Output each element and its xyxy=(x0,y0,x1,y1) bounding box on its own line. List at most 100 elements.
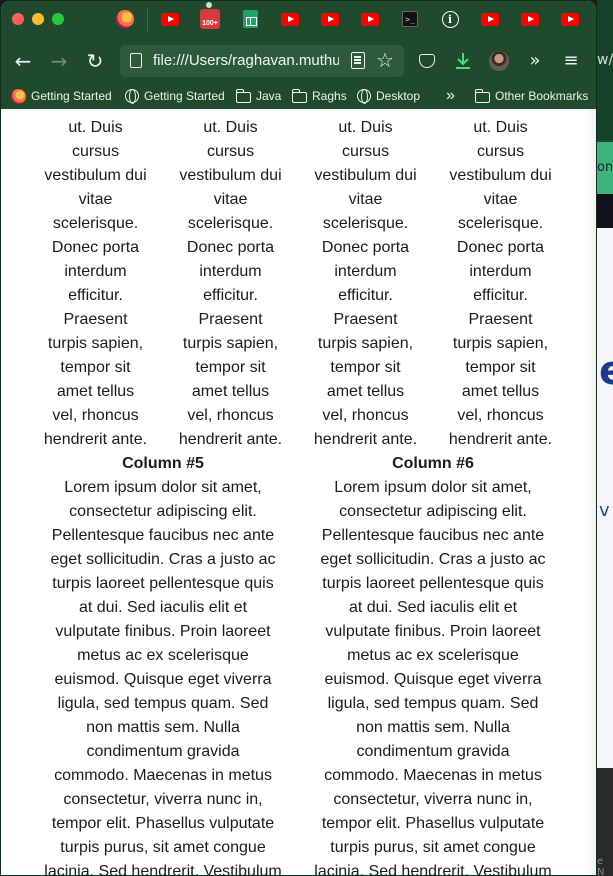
text-line: at dui. Sed iaculis elit et xyxy=(348,599,518,616)
bookmark-label: Desktop xyxy=(376,89,421,103)
tab-youtube-6[interactable] xyxy=(520,9,540,29)
youtube-icon xyxy=(481,12,499,26)
youtube-icon xyxy=(321,12,339,26)
tab-strip: 100+ >_ i xyxy=(1,1,596,39)
page-scroll-area: sem rhoncus ut. Duis cursus vestibulum dui v… xyxy=(1,109,596,875)
text-line: turpis laoreet pellentesque quis xyxy=(322,575,544,592)
account-avatar[interactable] xyxy=(489,51,509,71)
text-line: metus ac ex scelerisque xyxy=(77,647,249,664)
background-window: w/ on e v e N xyxy=(597,0,613,876)
text-line: tempor sit xyxy=(195,359,266,376)
text-line: Praesent xyxy=(333,311,398,328)
downloads-button[interactable] xyxy=(451,49,475,73)
text-line: sem rhoncus xyxy=(433,109,568,116)
text-line: hendrerit ante. xyxy=(448,431,553,448)
text-line: tempor sit xyxy=(60,359,131,376)
youtube-icon xyxy=(281,12,299,26)
reload-button[interactable]: ↻ xyxy=(83,49,107,73)
text-line: scelerisque. xyxy=(52,215,139,232)
text-line: consectetur, viverra nunc in, xyxy=(63,791,263,808)
zoom-window-button[interactable] xyxy=(52,13,64,25)
folder-icon xyxy=(236,88,251,103)
background-green-banner: on xyxy=(597,142,613,194)
text-line: turpis sapien, xyxy=(317,335,414,352)
bookmarks-overflow-button[interactable]: » xyxy=(446,87,455,105)
text-line: vestibulum dui xyxy=(449,167,552,184)
text-line: Donec porta xyxy=(456,239,545,256)
tab-hundred-days[interactable]: 100+ xyxy=(200,9,220,29)
text-line: commodo. Maecenas in metus xyxy=(54,767,272,784)
text-line: vitae xyxy=(78,191,113,208)
column-2-text: sem rhoncus ut. Duis cursus vestibulum dui v… xyxy=(163,109,298,452)
tab-youtube-2[interactable] xyxy=(280,9,300,29)
bookmark-star-icon[interactable]: ☆ xyxy=(376,48,394,72)
url-text[interactable]: file:///Users/raghavan.muthu/ xyxy=(153,45,339,77)
text-line: vel, rhoncus xyxy=(322,407,409,424)
text-line: efficitur. xyxy=(473,287,528,304)
text-line: efficitur. xyxy=(338,287,393,304)
bookmark-label: Getting Started xyxy=(144,89,225,103)
pocket-button[interactable] xyxy=(415,49,439,73)
text-line: efficitur. xyxy=(203,287,258,304)
column-5-heading: Column #5 xyxy=(122,455,204,472)
bookmark-label: Getting Started xyxy=(31,89,112,103)
bookmark-getting-started-2[interactable]: Getting Started xyxy=(124,87,225,105)
text-line: eget sollicitudin. Cras a justo ac xyxy=(320,551,546,568)
text-line: euismod. Quisque eget viverra xyxy=(54,671,272,688)
tab-attention-dot xyxy=(206,2,212,8)
tab-firefox[interactable] xyxy=(115,9,135,29)
text-line: ligula, sed tempus quam. Sed xyxy=(327,695,539,712)
tab-google-sheets[interactable] xyxy=(240,9,260,29)
bookmark-folder-other[interactable]: Other Bookmarks xyxy=(475,87,588,105)
text-line: metus ac ex scelerisque xyxy=(347,647,519,664)
tab-terminal[interactable]: >_ xyxy=(400,9,420,29)
text-line: vel, rhoncus xyxy=(52,407,139,424)
firefox-icon xyxy=(11,88,26,104)
text-line: amet tellus xyxy=(461,383,540,400)
tab-youtube-3[interactable] xyxy=(320,9,340,29)
youtube-icon xyxy=(361,12,379,26)
tab-info[interactable]: i xyxy=(440,9,460,29)
terminal-icon: >_ xyxy=(402,11,418,27)
tab-youtube-5[interactable] xyxy=(480,9,500,29)
tab-youtube-7[interactable] xyxy=(560,9,580,29)
minimize-window-button[interactable] xyxy=(32,13,44,25)
app-menu-button[interactable]: ≡ xyxy=(559,49,583,73)
text-line: vulputate finibus. Proin laoreet xyxy=(55,623,271,640)
close-window-button[interactable] xyxy=(12,13,24,25)
text-line: tempor sit xyxy=(330,359,401,376)
text-line: ligula, sed tempus quam. Sed xyxy=(57,695,269,712)
bookmark-folder-java[interactable]: Java xyxy=(236,87,281,105)
text-line: vitae xyxy=(213,191,248,208)
bookmark-desktop[interactable]: Desktop xyxy=(356,87,420,105)
file-icon xyxy=(130,53,142,68)
background-footer-fragment: e N xyxy=(597,856,605,876)
text-line: amet tellus xyxy=(326,383,405,400)
text-line: Praesent xyxy=(198,311,263,328)
text-line: vestibulum dui xyxy=(179,167,282,184)
text-line: turpis sapien, xyxy=(47,335,144,352)
tab-youtube-1[interactable] xyxy=(160,9,180,29)
text-line: cursus xyxy=(71,143,120,160)
forward-button[interactable]: → xyxy=(47,49,71,73)
youtube-icon xyxy=(521,12,539,26)
column-1-text: sem rhoncus ut. Duis cursus vestibulum dui v… xyxy=(28,109,163,452)
background-heading-fragment: e xyxy=(599,348,613,394)
text-line: Pellentesque faucibus nec ante xyxy=(51,527,275,544)
text-line: vitae xyxy=(483,191,518,208)
address-bar[interactable]: file:///Users/raghavan.muthu/ ☆ xyxy=(120,45,404,77)
background-text-fragment: v xyxy=(599,500,610,521)
reader-view-icon[interactable] xyxy=(351,52,365,69)
text-line: vel, rhoncus xyxy=(457,407,544,424)
text-line: consectetur, viverra nunc in, xyxy=(333,791,533,808)
pocket-icon xyxy=(419,54,435,68)
text-line: scelerisque. xyxy=(457,215,544,232)
text-line: tempor elit. Phasellus vulputate xyxy=(51,815,275,832)
bookmark-folder-raghs[interactable]: Raghs xyxy=(292,87,347,105)
extensions-overflow-button[interactable]: » xyxy=(523,49,547,73)
browser-window: 100+ >_ i ← → ↻ file:///Users/raghavan.m… xyxy=(0,0,597,876)
bookmarks-toolbar: Getting Started Getting Started Java Rag… xyxy=(1,83,596,109)
bookmark-getting-started-1[interactable]: Getting Started xyxy=(11,87,112,105)
back-button[interactable]: ← xyxy=(11,49,35,73)
tab-youtube-4[interactable] xyxy=(360,9,380,29)
